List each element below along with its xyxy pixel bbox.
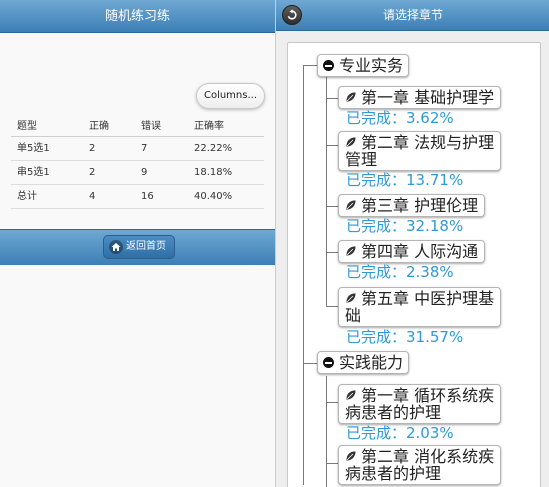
table-cell: 4 [89,191,96,202]
tree-connector [303,65,317,66]
page-title: 请选择章节 [382,8,443,22]
leaf-icon [345,389,357,401]
table-header-row: 题型 正确 错误 正确率 [11,115,264,137]
tree-connector [326,252,338,253]
chapter-node[interactable]: 第二章 法规与护理 管理 [338,131,502,171]
table-cell: 2 [89,167,96,178]
chapter-title: 第二章 消化系统疾 [361,447,495,466]
table-cell: 2 [89,143,96,154]
table-cell: 总计 [17,191,37,202]
tree-connector [326,98,338,99]
category-node-practical-ability[interactable]: 实践能力 [317,351,410,374]
table-row: 串5选1 2 9 18.18% [11,161,264,185]
tree-connector [303,363,317,364]
table-cell: 22.22% [194,143,233,154]
tree-connector [326,206,338,207]
chapter-progress: 已完成：2.03% [346,424,454,442]
chapter-node[interactable]: 第五章 中医护理基 础 [338,287,502,327]
chapter-node[interactable]: 第一章 基础护理学 [338,86,502,109]
chapter-node[interactable]: 第一章 循环系统疾 病患者的护理 [338,384,502,424]
home-icon [109,240,123,254]
chapter-progress: 已完成：3.62% [346,109,454,127]
columns-button[interactable]: Columns... [196,83,265,109]
table-cell: 单5选1 [17,143,50,154]
tree-connector [326,145,338,146]
chapter-progress: 已完成：31.57% [346,328,464,346]
practice-stats-screen: 随机练习练 Columns... 题型 正确 错误 正确率 单5选1 2 7 2… [0,0,275,487]
table-cell: 9 [141,167,148,178]
leaf-icon [345,450,357,462]
chapter-title: 第二章 法规与护理 [361,133,495,152]
category-node-professional-practice[interactable]: 专业实务 [317,54,410,77]
tree-connector [326,463,338,464]
chapter-node[interactable]: 第二章 消化系统疾 病患者的护理 [338,445,502,485]
chapter-title-cont: 病患者的护理 [345,464,442,483]
leaf-icon [345,91,357,103]
chapter-select-screen: 请选择章节 专业实务 第一章 基础护理学 已完成：3.62% 第二章 法规与护理 [275,0,549,487]
column-header[interactable]: 题型 [17,115,37,139]
table-cell: 18.18% [194,167,233,178]
leaf-icon [345,245,357,257]
chapter-title: 第四章 人际沟通 [361,242,479,261]
table-row-total: 总计 4 16 40.40% [11,185,264,209]
chapter-title-cont: 础 [345,306,362,325]
stats-table: 题型 正确 错误 正确率 单5选1 2 7 22.22% 串5选1 2 9 18… [11,115,264,209]
table-cell: 7 [141,143,148,154]
column-header[interactable]: 错误 [141,115,161,139]
category-label: 专业实务 [339,56,404,75]
chapter-title-cont: 病患者的护理 [345,403,442,422]
chapter-node[interactable]: 第四章 人际沟通 [338,240,486,263]
table-row: 单5选1 2 7 22.22% [11,137,264,161]
page-title: 随机练习练 [104,9,170,24]
chapter-title: 第一章 基础护理学 [361,88,495,107]
minus-circle-icon [323,60,334,71]
chapter-progress: 已完成：13.71% [346,171,464,189]
table-cell: 串5选1 [17,167,50,178]
chapter-node[interactable]: 第三章 护理伦理 [338,194,486,217]
category-label: 实践能力 [339,353,404,372]
back-to-home-label: 返回首页 [126,241,166,252]
table-cell: 16 [141,191,154,202]
chapter-title: 第五章 中医护理基 [361,289,495,308]
chapter-title-cont: 管理 [345,150,378,169]
tree-connector [326,402,338,403]
table-cell: 40.40% [194,191,233,202]
leaf-icon [345,199,357,211]
tree-connector [303,65,304,485]
chapter-title: 第三章 护理伦理 [361,196,479,215]
chapter-progress: 已完成：32.18% [346,217,464,235]
chapter-tree: 专业实务 第一章 基础护理学 已完成：3.62% 第二章 法规与护理 管理 已完… [287,42,541,487]
header-bar: 随机练习练 [0,0,275,33]
tree-connector [326,306,338,307]
chapter-title: 第一章 循环系统疾 [361,386,495,405]
column-header[interactable]: 正确 [89,115,109,139]
header-bar: 请选择章节 [276,0,549,31]
column-header[interactable]: 正确率 [194,115,224,139]
chapter-progress: 已完成：2.38% [346,263,454,281]
tree-connector [326,376,327,487]
leaf-icon [345,292,357,304]
back-to-home-button[interactable]: 返回首页 [103,235,175,259]
leaf-icon [345,136,357,148]
minus-circle-icon [323,357,334,368]
tree-connector [326,77,327,307]
